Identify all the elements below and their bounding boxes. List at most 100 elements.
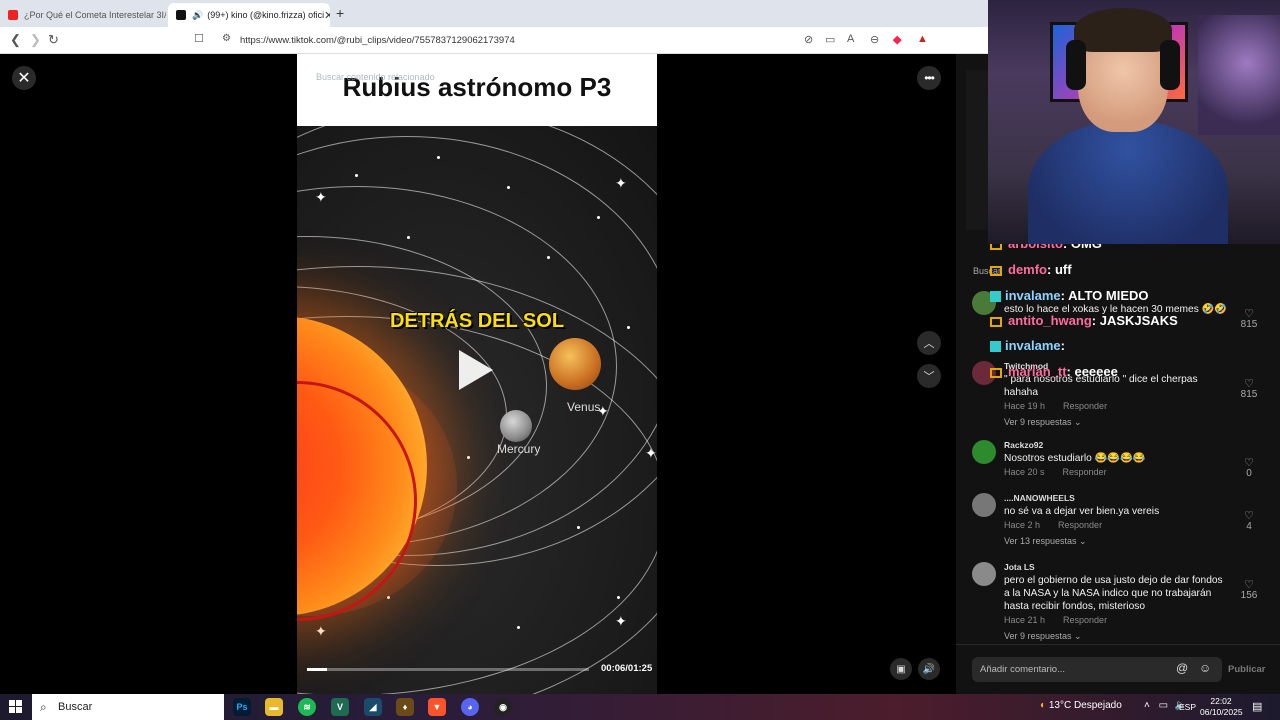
chat-username: demfo [1008, 262, 1047, 277]
emoji-icon[interactable]: ☺ [1199, 661, 1211, 675]
video-progress-bar[interactable] [307, 668, 589, 671]
chevron-down-icon: ⌄ [1071, 631, 1082, 641]
app-icon[interactable]: ♦ [396, 698, 414, 716]
sparkle-icon: ✦ [645, 445, 657, 461]
taskbar-search[interactable]: ⌕ Buscar [32, 694, 224, 720]
close-tab-icon[interactable]: ✕ [324, 9, 330, 22]
comment-time: Hace 20 s [1004, 467, 1045, 477]
tracking-icon[interactable]: ⊘ [804, 33, 813, 46]
translate-icon[interactable]: A [847, 33, 854, 45]
comment-username[interactable]: ....NANOWHEELS [1004, 493, 1075, 503]
sparkle-icon: ✦ [615, 175, 627, 191]
brave-rewards-icon[interactable]: ▲ [917, 33, 928, 45]
vegas-icon[interactable]: V [331, 698, 349, 716]
tiktok-video-page: ✕ Rubius astrónomo P3 Buscar contenido r… [0, 54, 988, 694]
view-replies-button[interactable]: Ver 13 respuestas ⌄ [1004, 536, 1087, 547]
chat-text: : JASKJSAKS [1091, 313, 1178, 328]
photoshop-icon[interactable]: Ps [233, 698, 251, 716]
chat-message: invalame: ALTO MIEDO [990, 288, 1149, 303]
clock-time: 22:02 [1210, 696, 1232, 706]
zoom-icon[interactable]: ⊖ [870, 33, 879, 46]
video-caption: DETRÁS DEL SOL [389, 310, 565, 332]
comment-meta: Hace 19 h Responder [1004, 401, 1107, 411]
close-video-button[interactable]: ✕ [12, 66, 36, 90]
related-search-overlay[interactable]: Buscar contenido relacionado [316, 72, 435, 82]
weather-widget[interactable]: ◐ 13°C Despejado [1040, 700, 1122, 711]
windows-start-icon[interactable] [9, 700, 23, 714]
mention-icon[interactable]: @ [1176, 661, 1188, 675]
comment-meta: Hace 21 h Responder [1004, 615, 1107, 625]
view-replies-button[interactable]: Ver 9 respuestas ⌄ [1004, 631, 1082, 642]
site-info-icon[interactable]: ⚙ [222, 33, 231, 44]
chat-username: antito_hwang [1008, 313, 1092, 328]
language-indicator[interactable]: ESP [1179, 702, 1196, 712]
back-icon[interactable]: ❮ [10, 32, 21, 48]
chat-text: : uff [1047, 262, 1072, 277]
windows-taskbar: ⌕ Buscar Ps ▬ ≋ V ◢ ♦ ▼ ◕ ◉ ◐ 13°C Despe… [0, 694, 1280, 720]
chat-badge-icon [990, 367, 1002, 378]
view-replies-label: Ver 9 respuestas [1004, 417, 1072, 427]
mercury-graphic [500, 410, 532, 442]
previous-video-button[interactable]: ︿ [917, 331, 941, 355]
reply-button[interactable]: Responder [1063, 467, 1107, 477]
discord-icon[interactable]: ◕ [461, 698, 479, 716]
tab-cometa[interactable]: ¿Por Qué el Cometa Interestelar 3I/A [0, 3, 166, 27]
next-video-button[interactable]: ﹀ [917, 364, 941, 388]
chevron-down-icon: ⌄ [1076, 536, 1087, 546]
play-icon[interactable] [459, 350, 493, 390]
more-options-button[interactable]: ••• [917, 66, 941, 90]
comment-username[interactable]: Rackzo92 [1004, 440, 1043, 450]
reply-button[interactable]: Responder [1063, 615, 1107, 625]
comment-text: Nosotros estudiarlo 😂😂😂😂 [1004, 453, 1146, 464]
chat-username: marian_tt [1008, 364, 1067, 379]
tab-tiktok[interactable]: 🔊 (99+) kino (@kino.frizza) ofici ✕ [168, 3, 330, 27]
avatar[interactable] [972, 440, 996, 464]
file-explorer-icon[interactable]: ▬ [265, 698, 283, 716]
weather-icon: ◐ [1040, 700, 1047, 711]
bookmark-icon[interactable]: ☐ [194, 32, 204, 45]
obs-icon[interactable]: ◉ [494, 698, 512, 716]
volume-icon[interactable]: 🔊 [918, 658, 940, 680]
chevron-up-icon[interactable]: ˄ [1144, 700, 1150, 711]
youtube-icon [8, 10, 18, 20]
spotify-icon[interactable]: ≋ [298, 698, 316, 716]
comment-username[interactable]: Jota LS [1004, 562, 1035, 572]
browser-toolbar: ❮ ❯ ↻ ☐ ⚙ https://www.tiktok.com/@rubi_c… [0, 27, 988, 54]
chat-username: invalame [1005, 338, 1061, 353]
notifications-icon[interactable]: ▤ [1252, 700, 1262, 713]
chat-text: : ALTO MIEDO [1060, 288, 1149, 303]
mercury-label: Mercury [497, 442, 541, 456]
chat-message: marian_tt: eeeeee [990, 364, 1118, 379]
app-icon[interactable]: ◢ [364, 698, 382, 716]
pip-icon[interactable]: ▣ [890, 658, 912, 680]
brave-browser-icon[interactable]: ▼ [428, 698, 446, 716]
network-icon[interactable]: ▭ [1159, 700, 1168, 711]
browser-tab-strip: ¿Por Qué el Cometa Interestelar 3I/A 🔊 (… [0, 0, 988, 27]
comment-meta: Hace 20 s Responder [1004, 467, 1107, 477]
video-player[interactable]: Rubius astrónomo P3 Buscar contenido rel… [297, 54, 657, 694]
reply-button[interactable]: Responder [1058, 520, 1102, 530]
view-replies-button[interactable]: Ver 9 respuestas ⌄ [1004, 417, 1082, 428]
chat-text: : eeeeee [1066, 364, 1118, 379]
forward-icon[interactable]: ❯ [30, 32, 41, 48]
comment-text: pero el gobierno de usa justo dejo de da… [1004, 575, 1223, 612]
new-tab-button[interactable]: + [336, 5, 344, 21]
chat-badge-icon [990, 341, 1001, 353]
comment-time: Hace 2 h [1004, 520, 1041, 530]
tab-label: ¿Por Qué el Cometa Interestelar 3I/A [24, 10, 166, 20]
cast-icon[interactable]: ▭ [825, 33, 835, 46]
brave-shields-icon[interactable]: ◆ [893, 33, 901, 46]
reply-button[interactable]: Responder [1063, 401, 1107, 411]
avatar[interactable] [972, 493, 996, 517]
view-replies-label: Ver 13 respuestas [1004, 536, 1077, 546]
video-timecode: 00:06/01:25 [601, 663, 653, 674]
like-count: 156 [1240, 590, 1258, 601]
comment-time: Hace 19 h [1004, 401, 1046, 411]
publish-button[interactable]: Publicar [1228, 664, 1266, 675]
chevron-down-icon: ⌄ [1071, 417, 1082, 427]
search-icon: ⌕ [40, 700, 47, 714]
avatar[interactable] [972, 562, 996, 586]
clock[interactable]: 22:02 06/10/2025 [1200, 696, 1243, 718]
speaker-icon: 🔊 [192, 9, 204, 20]
reload-icon[interactable]: ↻ [48, 32, 59, 48]
